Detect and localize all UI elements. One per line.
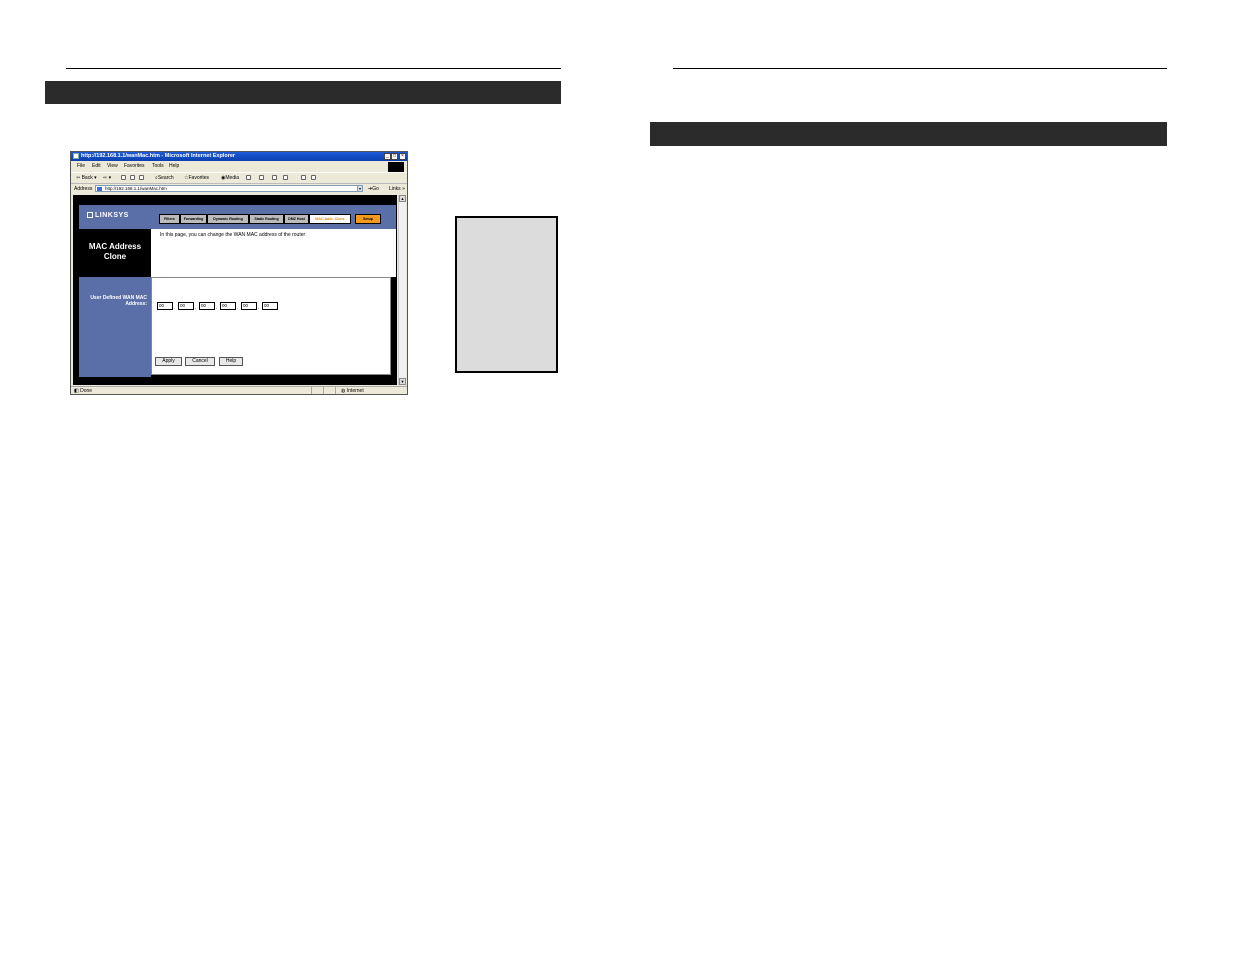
back-button[interactable]: ⇦ Back ▾	[76, 175, 97, 181]
right-page-top-rule	[673, 68, 1167, 69]
menu-favorites[interactable]: Favorites	[124, 163, 145, 169]
status-divider	[323, 387, 324, 394]
tab-mac-addr-clone[interactable]: MAC Addr. Clone	[309, 214, 351, 224]
help-button[interactable]: Help	[219, 357, 243, 366]
history-icon[interactable]	[246, 175, 251, 180]
menu-view[interactable]: View	[107, 163, 118, 169]
scroll-up-icon[interactable]: ▲	[399, 195, 406, 202]
favorites-button[interactable]: ☆Favorites	[184, 175, 209, 181]
tab-dmz-host[interactable]: DMZ Host	[284, 214, 309, 224]
title-bar: http://192.168.1.1/wanMac.htm - Microsof…	[71, 152, 407, 161]
mac-field-label: User Defined WAN MAC Address:	[90, 295, 147, 307]
mac-octet-4[interactable]: 00	[220, 302, 236, 310]
field-label-panel: User Defined WAN MAC Address:	[79, 277, 151, 377]
forward-button[interactable]: ⇨ ▾	[103, 175, 111, 181]
description-panel: In this page, you can change the WAN MAC…	[151, 229, 396, 277]
scroll-down-icon[interactable]: ▼	[399, 378, 406, 385]
linksys-logo: LINKSYS	[87, 212, 129, 219]
mac-octet-1[interactable]: 00	[157, 302, 173, 310]
browser-window: http://192.168.1.1/wanMac.htm - Microsof…	[70, 151, 408, 395]
mac-separator: .	[195, 305, 197, 311]
tab-filters[interactable]: Filters	[159, 214, 180, 224]
mac-octet-3[interactable]: 00	[199, 302, 215, 310]
menu-bar: File Edit View Favorites Tools Help	[71, 162, 407, 170]
media-button[interactable]: ◉Media	[221, 175, 239, 181]
address-bar: Address http://192.168.1.1/wanMac.htm ▾ …	[71, 184, 407, 194]
left-page-header-bar	[45, 81, 561, 104]
tab-forwarding[interactable]: Forwarding	[180, 214, 207, 224]
menu-tools[interactable]: Tools	[152, 163, 164, 169]
linksys-logo-mark	[87, 212, 93, 219]
tab-dynamic-routing[interactable]: Dynamic Routing	[207, 214, 249, 224]
mac-separator: .	[174, 305, 176, 311]
section-title: MAC Address Clone	[88, 242, 142, 261]
close-button[interactable]: ×	[399, 153, 406, 160]
tab-static-routing[interactable]: Static Routing	[249, 214, 284, 224]
discuss-icon[interactable]	[301, 175, 306, 180]
go-button[interactable]: ➜Go	[368, 186, 379, 192]
mac-octet-2[interactable]: 00	[178, 302, 194, 310]
minimize-button[interactable]: _	[384, 153, 391, 160]
ie-page-icon	[73, 153, 79, 159]
status-text: ◧ Done	[74, 388, 93, 394]
apply-button[interactable]: Apply	[155, 357, 182, 366]
mail-icon[interactable]	[259, 175, 264, 180]
menu-help[interactable]: Help	[169, 163, 179, 169]
home-icon[interactable]	[139, 175, 144, 180]
address-value: http://192.168.1.1/wanMac.htm	[105, 186, 167, 191]
status-divider	[335, 387, 336, 394]
edit-icon[interactable]	[283, 175, 288, 180]
left-page-top-rule	[66, 68, 561, 69]
address-dropdown-icon[interactable]: ▾	[357, 185, 363, 192]
router-page: LINKSYS Filters Forwarding Dynamic Routi…	[73, 195, 397, 385]
mac-octet-6[interactable]: 00	[262, 302, 278, 310]
refresh-icon[interactable]	[130, 175, 135, 180]
search-button[interactable]: ⌕Search	[155, 175, 174, 181]
description-text: In this page, you can change the WAN MAC…	[160, 232, 306, 238]
form-panel: 00 . 00 . 00 . 00 . 00 . 00 Apply Cancel…	[151, 277, 391, 375]
vertical-scrollbar[interactable]: ▲ ▼	[398, 195, 406, 385]
mac-separator: .	[237, 305, 239, 311]
toolbar: ⇦ Back ▾ ⇨ ▾ ⌕Search ☆Favorites ◉Media	[71, 172, 407, 184]
router-header-band: LINKSYS Filters Forwarding Dynamic Routi…	[79, 205, 396, 229]
stop-icon[interactable]	[121, 175, 126, 180]
mac-octet-5[interactable]: 00	[241, 302, 257, 310]
menu-file[interactable]: File	[77, 163, 85, 169]
mac-separator: .	[216, 305, 218, 311]
right-page-header-bar	[650, 122, 1167, 146]
tab-setup[interactable]: Setup	[355, 214, 381, 224]
print-icon[interactable]	[272, 175, 277, 180]
mac-separator: .	[258, 305, 260, 311]
section-title-panel: MAC Address Clone	[79, 229, 151, 277]
status-bar: ◧ Done ◍ Internet	[71, 386, 407, 394]
address-label: Address	[74, 186, 93, 192]
note-box	[455, 216, 558, 373]
status-zone: ◍ Internet	[341, 388, 364, 394]
window-title: http://192.168.1.1/wanMac.htm - Microsof…	[81, 153, 236, 159]
links-button[interactable]: Links »	[389, 186, 405, 192]
menu-edit[interactable]: Edit	[92, 163, 101, 169]
maximize-button[interactable]: □	[391, 153, 398, 160]
cancel-button[interactable]: Cancel	[185, 357, 215, 366]
status-divider	[311, 387, 312, 394]
windows-logo-icon	[388, 162, 404, 172]
messenger-icon[interactable]	[311, 175, 316, 180]
address-input[interactable]: http://192.168.1.1/wanMac.htm	[95, 185, 363, 192]
page-icon	[97, 187, 102, 191]
